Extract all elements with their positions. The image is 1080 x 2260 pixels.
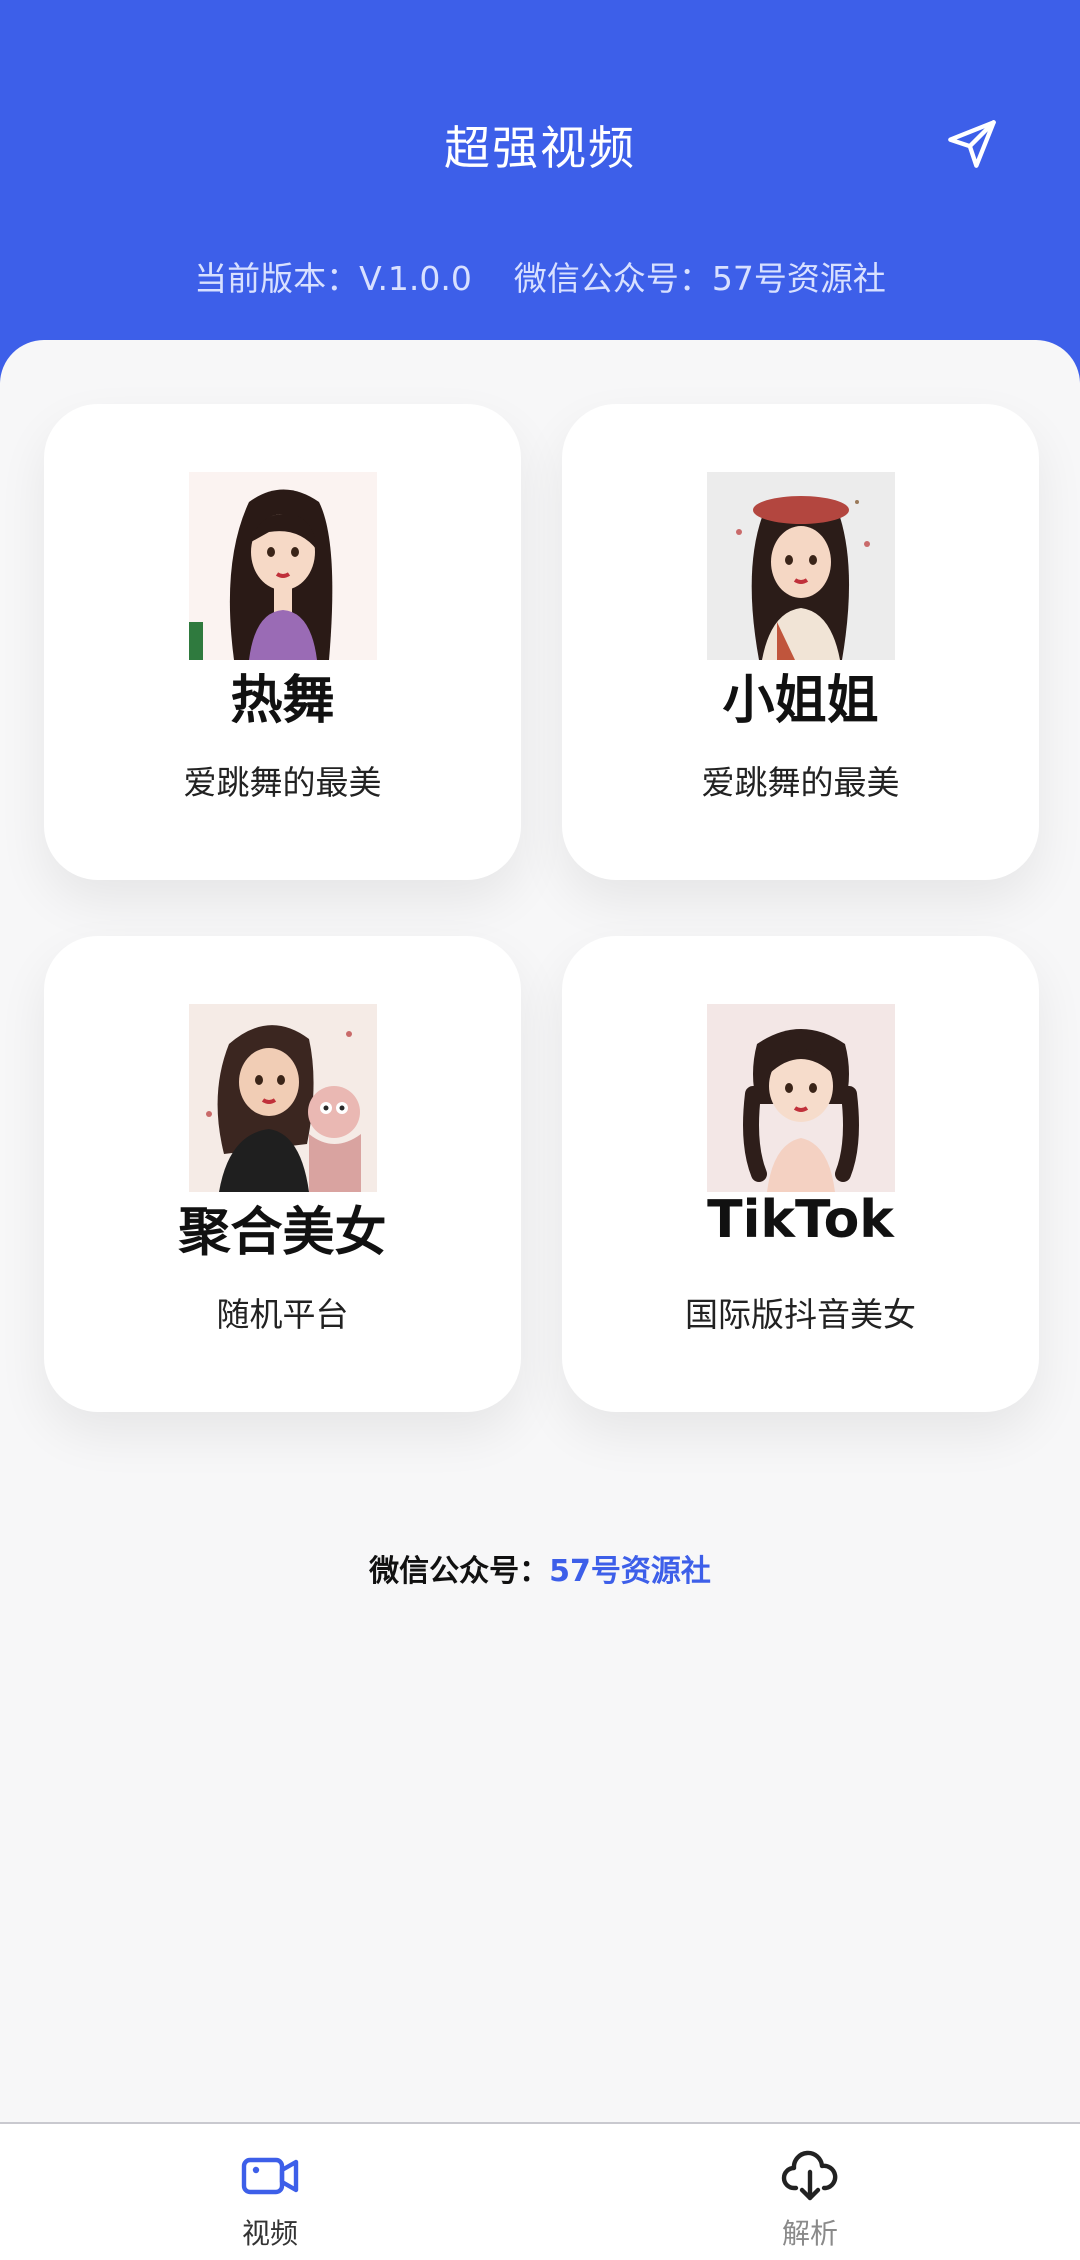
card-young-lady[interactable]: 小姐姐 爱跳舞的最美: [562, 404, 1039, 880]
thumbnail-girl-long-hair: [189, 472, 377, 660]
card-tiktok[interactable]: TikTok 国际版抖音美女: [562, 936, 1039, 1412]
send-icon: [948, 120, 996, 168]
card-subtitle: 随机平台: [216, 1295, 349, 1334]
tab-parse[interactable]: 解析: [540, 2124, 1080, 2260]
card-title: 热舞: [230, 671, 335, 731]
thumbnail-girl-with-hat: [707, 472, 895, 660]
thumbnail-girl-with-plush: [189, 1004, 377, 1192]
card-subtitle: 爱跳舞的最美: [183, 763, 382, 802]
card-subtitle: 爱跳舞的最美: [701, 763, 900, 802]
card-title: 聚合美女: [178, 1203, 387, 1263]
card-subtitle: 国际版抖音美女: [685, 1295, 916, 1334]
cloud-download-icon: [781, 2150, 838, 2201]
video-camera-icon: [241, 2157, 299, 2195]
app-title: 超强视频: [444, 121, 636, 175]
wechat-account-name: 57号资源社: [549, 1554, 711, 1589]
wechat-account-note: 微信公众号：57号资源社: [0, 1546, 1080, 1590]
send-button[interactable]: [940, 112, 1004, 176]
tab-video-label: 视频: [241, 2217, 298, 2250]
card-hot-dance[interactable]: 热舞 爱跳舞的最美: [44, 404, 521, 880]
card-title: 小姐姐: [722, 671, 879, 731]
version-info: 当前版本：V.1.0.0 微信公众号：57号资源社: [194, 259, 886, 298]
tab-parse-label: 解析: [781, 2217, 838, 2250]
thumbnail-girl-braids: [707, 1004, 895, 1192]
card-beauty-collection[interactable]: 聚合美女 随机平台: [44, 936, 521, 1412]
wechat-label: 微信公众号：: [369, 1554, 550, 1589]
tab-video[interactable]: 视频: [0, 2124, 540, 2260]
bottom-tab-bar: 视频 解析: [0, 2122, 1080, 2260]
card-title: TikTok: [707, 1190, 894, 1250]
